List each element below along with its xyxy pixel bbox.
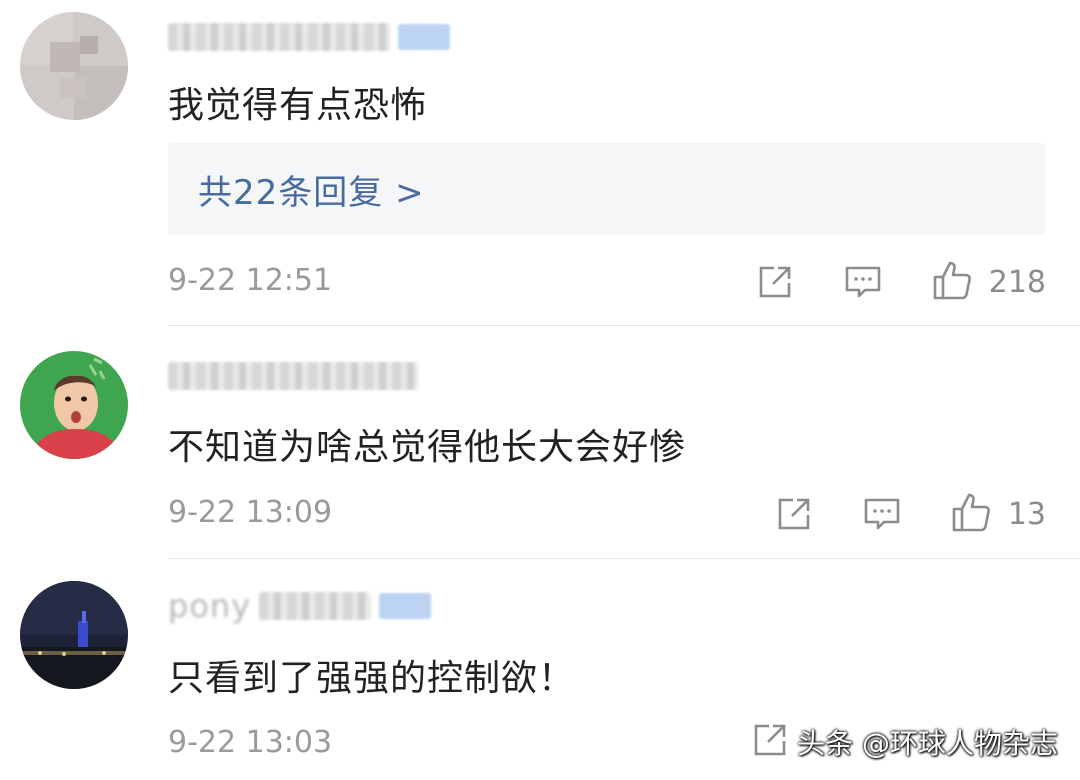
comment-time: 9-22 13:09 bbox=[168, 495, 333, 530]
comment-time: 9-22 12:51 bbox=[168, 263, 333, 298]
comment-icon[interactable] bbox=[843, 262, 883, 302]
thumbs-up-icon bbox=[950, 490, 994, 538]
thumbs-up-icon bbox=[931, 258, 975, 306]
avatar-image bbox=[20, 351, 128, 459]
comment-actions: 218 bbox=[755, 258, 1046, 306]
comment-text: 不知道为啥总觉得他长大会好惨 bbox=[168, 427, 687, 468]
share-icon[interactable] bbox=[750, 720, 790, 760]
replies-box[interactable]: 共22条回复 > bbox=[168, 143, 1046, 235]
username[interactable] bbox=[168, 20, 450, 54]
user-badge bbox=[398, 24, 450, 50]
comment-item: 不知道为啥总觉得他长大会好惨 9-22 13:09 13 bbox=[0, 326, 1080, 559]
comment-feed: 我觉得有点恐怖 共22条回复 > 9-22 12:51 218 不知道为啥总觉得… bbox=[0, 0, 1080, 780]
username-blurred bbox=[168, 362, 418, 390]
comment-text: 只看到了强强的控制欲！ bbox=[168, 658, 576, 699]
username-blurred bbox=[259, 592, 372, 620]
comment-item: 我觉得有点恐怖 共22条回复 > 9-22 12:51 218 bbox=[0, 0, 1080, 325]
share-icon[interactable] bbox=[755, 262, 795, 302]
avatar-image bbox=[20, 581, 128, 689]
comment-icon[interactable] bbox=[862, 494, 902, 534]
avatar[interactable] bbox=[20, 351, 128, 459]
like-count: 13 bbox=[1007, 496, 1046, 532]
username-blurred bbox=[168, 23, 390, 51]
like-count: 218 bbox=[988, 264, 1046, 300]
share-icon[interactable] bbox=[774, 494, 814, 534]
like-button[interactable]: 218 bbox=[931, 258, 1046, 306]
comment-actions bbox=[750, 720, 790, 760]
view-replies-link[interactable]: 共22条回复 > bbox=[198, 165, 425, 214]
username[interactable]: pony bbox=[168, 587, 432, 625]
comment-actions: 13 bbox=[774, 490, 1046, 538]
like-button[interactable]: 13 bbox=[950, 490, 1046, 538]
avatar-image bbox=[20, 12, 128, 120]
comment-time: 9-22 13:03 bbox=[168, 725, 333, 760]
comment-text: 我觉得有点恐怖 bbox=[168, 85, 428, 126]
avatar[interactable] bbox=[20, 581, 128, 689]
username-visible-part: pony bbox=[168, 587, 252, 625]
user-badge bbox=[379, 593, 432, 619]
username[interactable] bbox=[168, 359, 418, 393]
watermark: 头条 @环球人物杂志 bbox=[797, 727, 1058, 760]
avatar[interactable] bbox=[20, 12, 128, 120]
